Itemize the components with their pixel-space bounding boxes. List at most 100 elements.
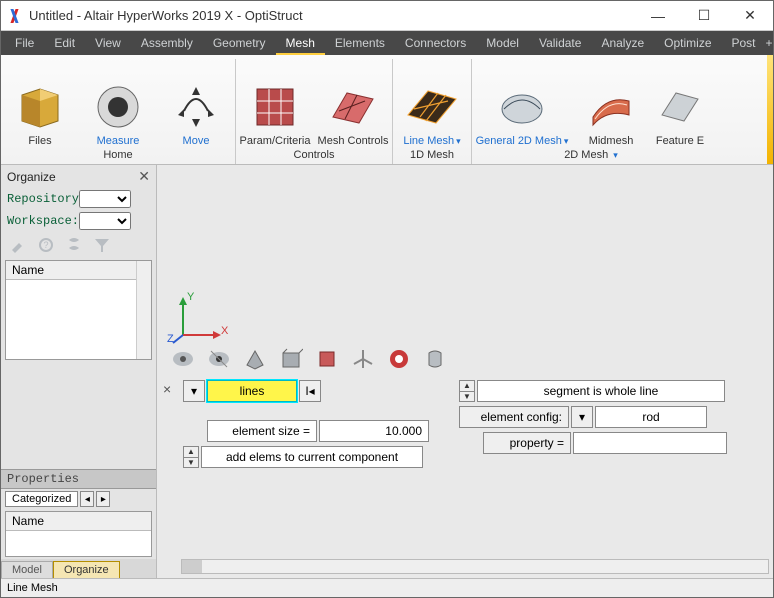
feature-button[interactable]: Feature E bbox=[654, 79, 706, 147]
entity-prev-button[interactable]: ▾ bbox=[183, 380, 205, 402]
categorized-tab[interactable]: Categorized bbox=[5, 491, 78, 507]
name-list-2[interactable]: Name bbox=[5, 511, 152, 557]
feature-label: Feature E bbox=[656, 135, 704, 147]
midmesh-label: Midmesh bbox=[589, 135, 634, 147]
add-elems-spinner[interactable]: ▲▼ bbox=[183, 446, 199, 468]
plus-icon[interactable]: + bbox=[766, 33, 773, 53]
measure-icon bbox=[90, 79, 146, 135]
x-axis-label: X bbox=[221, 325, 228, 337]
view-icon-7[interactable] bbox=[387, 347, 411, 371]
name-list-header: Name bbox=[6, 261, 151, 280]
menu-file[interactable]: File bbox=[5, 31, 44, 55]
repository-row: Repository: bbox=[1, 188, 156, 210]
workspace-label: Workspace: bbox=[7, 214, 79, 228]
filter-icon[interactable] bbox=[93, 236, 111, 254]
minimize-button[interactable]: ― bbox=[635, 1, 681, 31]
elem-size-label: element size = bbox=[207, 420, 317, 442]
property-input[interactable] bbox=[573, 432, 727, 454]
ribbon-group-controls: Param/Criteria Mesh Controls Controls bbox=[236, 59, 393, 164]
view-icon-5[interactable] bbox=[315, 347, 339, 371]
z-axis-label: Z bbox=[167, 333, 174, 345]
categorized-row: Categorized ◂ ▸ bbox=[1, 489, 156, 509]
menu-elements[interactable]: Elements bbox=[325, 31, 395, 55]
view-icon-3[interactable] bbox=[243, 347, 267, 371]
group-1d-label: 1D Mesh bbox=[410, 147, 454, 164]
move-button[interactable]: Move bbox=[161, 79, 231, 147]
midmesh-button[interactable]: Midmesh bbox=[576, 79, 646, 147]
menu-analyze[interactable]: Analyze bbox=[591, 31, 654, 55]
cat-left-icon[interactable]: ◂ bbox=[80, 491, 94, 507]
workspace-select[interactable] bbox=[79, 212, 131, 230]
tab-organize[interactable]: Organize bbox=[53, 561, 120, 578]
organize-toolbar: ? bbox=[1, 232, 156, 258]
elem-config-value[interactable]: rod bbox=[595, 406, 707, 428]
view-icon-4[interactable] bbox=[279, 347, 303, 371]
close-button[interactable]: ✕ bbox=[727, 1, 773, 31]
line-mesh-button[interactable]: Line Mesh▾ bbox=[397, 79, 467, 147]
tool2-icon[interactable]: ? bbox=[37, 236, 55, 254]
y-axis-label: Y bbox=[187, 291, 194, 303]
tab-model[interactable]: Model bbox=[1, 561, 53, 578]
horizontal-scrollbar[interactable] bbox=[181, 559, 769, 574]
menu-assembly[interactable]: Assembly bbox=[131, 31, 203, 55]
menu-geometry[interactable]: Geometry bbox=[203, 31, 276, 55]
window-title: Untitled - Altair HyperWorks 2019 X - Op… bbox=[29, 8, 635, 23]
entity-reset-button[interactable]: I◂ bbox=[299, 380, 321, 402]
ribbon-group-1dmesh: Line Mesh▾ 1D Mesh bbox=[393, 59, 472, 164]
ribbon-accent bbox=[767, 55, 773, 164]
view-icon-8[interactable] bbox=[423, 347, 447, 371]
mesh-controls-button[interactable]: Mesh Controls bbox=[318, 79, 388, 147]
files-label: Files bbox=[28, 135, 51, 147]
param-criteria-button[interactable]: Param/Criteria bbox=[240, 79, 310, 147]
graphics-canvas[interactable]: Y X Z × ▾ lines I◂ bbox=[157, 165, 773, 578]
elem-config-label: element config: bbox=[459, 406, 569, 428]
list-scrollbar[interactable] bbox=[136, 261, 151, 359]
feature-icon bbox=[652, 79, 708, 135]
group-controls-label: Controls bbox=[294, 147, 335, 164]
tool3-icon[interactable] bbox=[65, 236, 83, 254]
elem-config-dropdown[interactable]: ▾ bbox=[571, 406, 593, 428]
gen2d-label: General 2D Mesh▾ bbox=[476, 135, 569, 147]
menu-optimize[interactable]: Optimize bbox=[654, 31, 721, 55]
menu-model[interactable]: Model bbox=[476, 31, 529, 55]
app-logo-icon bbox=[7, 8, 23, 24]
segment-button[interactable]: segment is whole line bbox=[477, 380, 725, 402]
meshctrl-label: Mesh Controls bbox=[318, 135, 389, 147]
gen2d-icon bbox=[494, 79, 550, 135]
repository-label: Repository: bbox=[7, 192, 79, 206]
repository-select[interactable] bbox=[79, 190, 131, 208]
organize-title: Organize bbox=[7, 170, 56, 184]
measure-label: Measure bbox=[97, 135, 140, 147]
name-list[interactable]: Name bbox=[5, 260, 152, 360]
bottom-tabs: Model Organize bbox=[1, 559, 156, 578]
maximize-button[interactable]: ☐ bbox=[681, 1, 727, 31]
view-icon-2[interactable] bbox=[207, 347, 231, 371]
menu-mesh[interactable]: Mesh bbox=[276, 31, 325, 55]
lines-selector[interactable]: lines bbox=[207, 380, 297, 402]
cat-right-icon[interactable]: ▸ bbox=[96, 491, 110, 507]
files-button[interactable]: Files bbox=[5, 79, 75, 147]
view-icon-6[interactable] bbox=[351, 347, 375, 371]
view-icon-1[interactable] bbox=[171, 347, 195, 371]
add-elems-button[interactable]: add elems to current component bbox=[201, 446, 423, 468]
measure-button[interactable]: Measure bbox=[83, 79, 153, 147]
view-iconbar bbox=[171, 347, 447, 371]
tool1-icon[interactable] bbox=[9, 236, 27, 254]
elem-size-input[interactable]: 10.000 bbox=[319, 420, 429, 442]
menu-post[interactable]: Post bbox=[722, 31, 766, 55]
property-label: property = bbox=[483, 432, 571, 454]
gen2d-button[interactable]: General 2D Mesh▾ bbox=[476, 79, 568, 147]
segment-spinner[interactable]: ▲▼ bbox=[459, 380, 475, 402]
organize-close-icon[interactable]: ✕ bbox=[138, 168, 150, 185]
menu-connectors[interactable]: Connectors bbox=[395, 31, 476, 55]
menu-view[interactable]: View bbox=[85, 31, 131, 55]
linemesh-panel: ▾ lines I◂ element size = 10.000 ▲▼ add … bbox=[169, 380, 727, 468]
menu-validate[interactable]: Validate bbox=[529, 31, 591, 55]
organize-header: Organize ✕ bbox=[1, 165, 156, 188]
menu-edit[interactable]: Edit bbox=[44, 31, 85, 55]
ribbon-group-home: Files Measure Move Home bbox=[1, 59, 236, 164]
move-label: Move bbox=[183, 135, 210, 147]
group-2d-label: 2D Mesh ▾ bbox=[564, 147, 618, 164]
title-bar: Untitled - Altair HyperWorks 2019 X - Op… bbox=[1, 1, 773, 31]
grid-icon bbox=[247, 79, 303, 135]
